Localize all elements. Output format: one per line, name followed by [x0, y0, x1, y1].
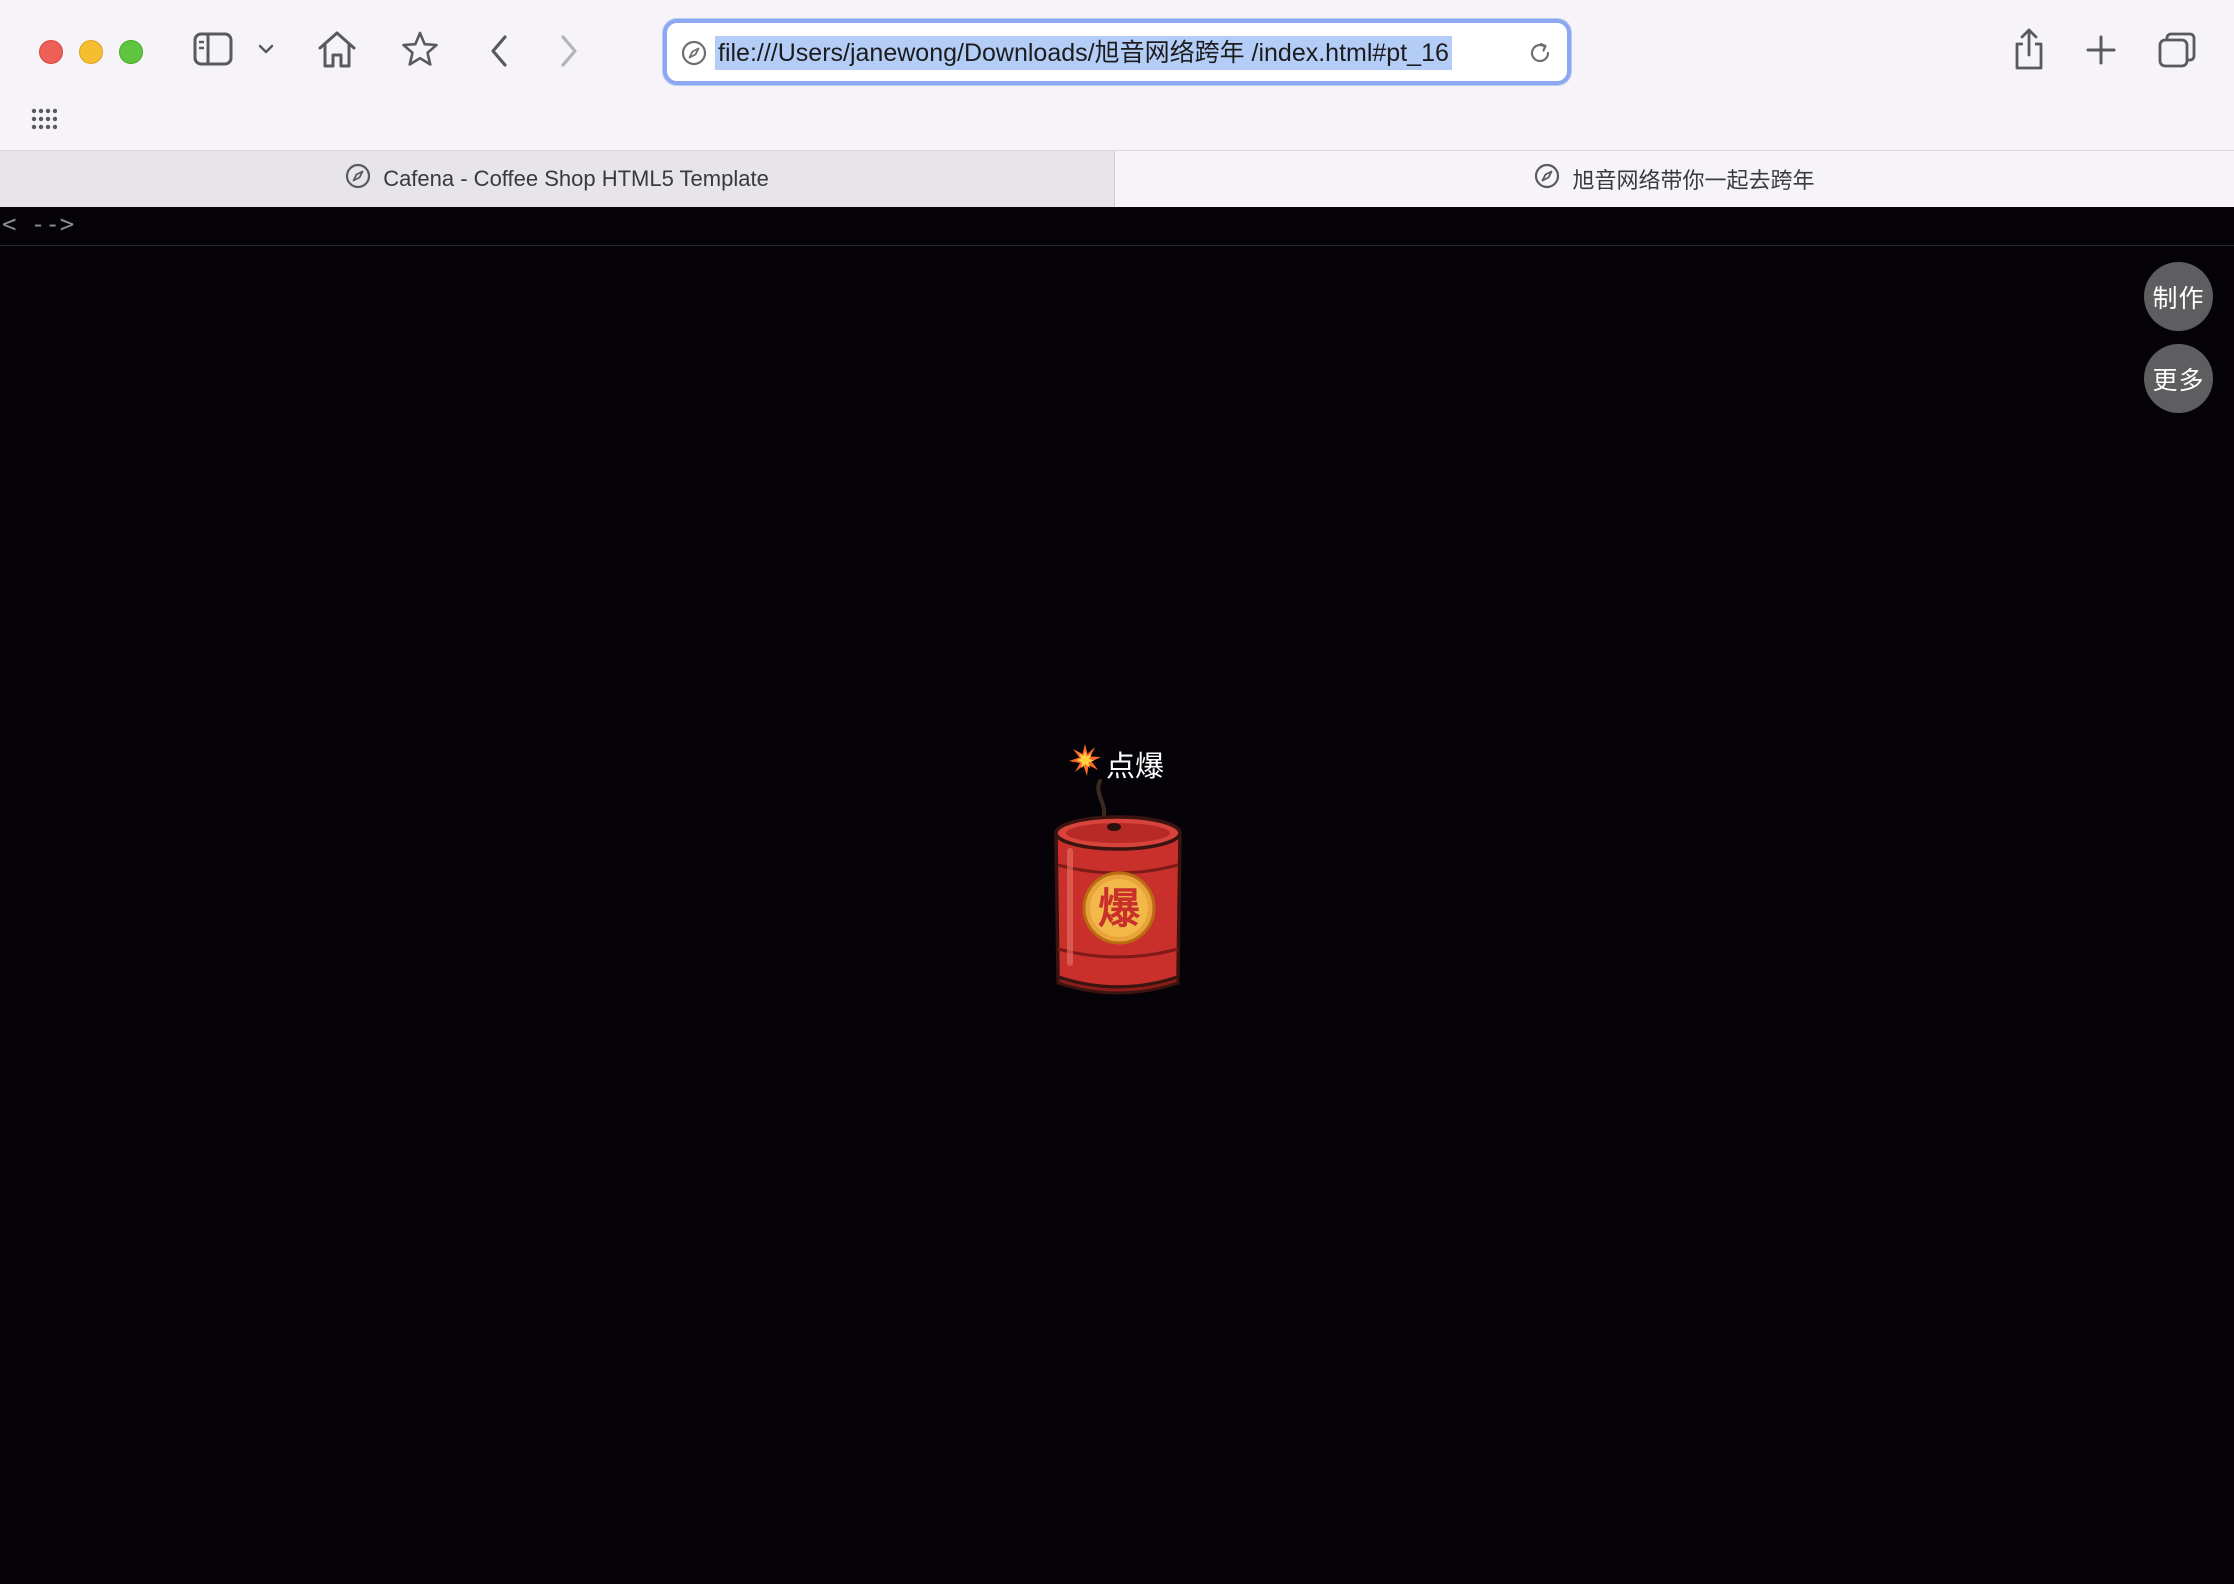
share-icon[interactable]: [2012, 27, 2046, 71]
tab-new-year[interactable]: 旭音网络带你一起去跨年: [1115, 151, 2234, 207]
make-button[interactable]: 制作: [2144, 262, 2213, 331]
chevron-down-icon[interactable]: [258, 43, 274, 55]
browser-toolbar: file:///Users/janewong/Downloads/旭音网络跨年 …: [0, 0, 2234, 150]
close-window-button[interactable]: [39, 40, 63, 64]
forward-arrow-icon[interactable]: [558, 34, 580, 68]
stray-comment-text: < -->: [2, 210, 75, 238]
more-button[interactable]: 更多: [2144, 344, 2213, 413]
home-icon[interactable]: [316, 29, 358, 69]
address-bar[interactable]: file:///Users/janewong/Downloads/旭音网络跨年 …: [663, 19, 1571, 85]
minimize-window-button[interactable]: [79, 40, 103, 64]
url-text[interactable]: file:///Users/janewong/Downloads/旭音网络跨年 …: [715, 36, 1452, 70]
tab-bar: Cafena - Coffee Shop HTML5 Template 旭音网络…: [0, 150, 2234, 207]
tab-cafena[interactable]: Cafena - Coffee Shop HTML5 Template: [0, 151, 1115, 207]
bookmark-star-icon[interactable]: [401, 30, 439, 68]
firecracker-char: 爆: [1098, 884, 1141, 933]
sidebar-toggle-icon[interactable]: [193, 32, 233, 66]
new-tab-plus-icon[interactable]: [2085, 34, 2117, 66]
reload-icon[interactable]: [1527, 40, 1553, 71]
apps-grid-icon[interactable]: [31, 108, 57, 130]
page-content: < --> 制作 更多 点爆 爆: [0, 207, 2234, 1584]
back-arrow-icon[interactable]: [488, 34, 510, 68]
firecracker[interactable]: 爆: [1048, 777, 1188, 1014]
tab-title: Cafena - Coffee Shop HTML5 Template: [383, 166, 769, 191]
compass-icon: [681, 40, 707, 71]
divider: [0, 245, 2234, 246]
compass-icon: [345, 163, 371, 195]
compass-icon: [1534, 163, 1560, 195]
tab-overview-icon[interactable]: [2157, 31, 2197, 69]
tab-title: 旭音网络带你一起去跨年: [1572, 168, 1815, 193]
zoom-window-button[interactable]: [119, 40, 143, 64]
